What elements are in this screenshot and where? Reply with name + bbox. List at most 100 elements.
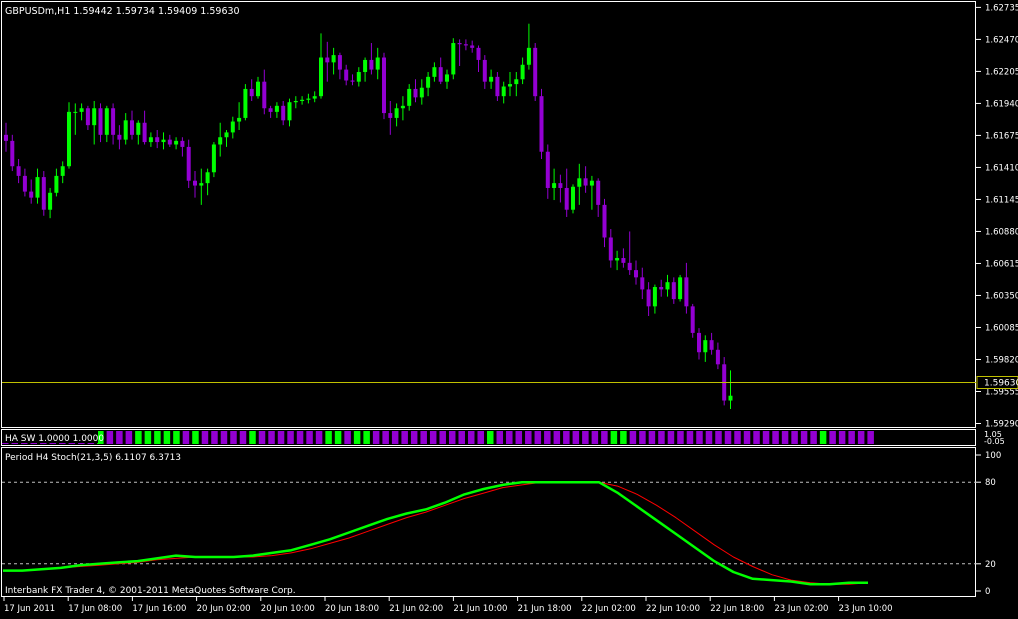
- ha-bar: [858, 431, 865, 444]
- time-tick-label: 21 Jun 18:00: [518, 604, 572, 614]
- candle-body: [281, 106, 285, 120]
- candle-body: [243, 89, 247, 118]
- ha-bar: [696, 431, 703, 444]
- candle-body: [609, 237, 613, 260]
- time-tick-label: 17 Jun 08:00: [68, 604, 122, 614]
- candle-body: [193, 181, 197, 186]
- candle-body: [659, 287, 663, 289]
- ha-bar: [839, 431, 846, 444]
- candle-body: [162, 140, 166, 142]
- candle-body: [105, 108, 109, 135]
- ha-bar: [192, 431, 199, 444]
- candle-body: [225, 132, 229, 137]
- candle-body: [628, 263, 632, 270]
- candle-body: [212, 144, 216, 172]
- current-price-label: 1.59630: [984, 379, 1018, 389]
- candle-body: [483, 60, 487, 82]
- ha-bar: [126, 431, 133, 444]
- candle-body: [231, 122, 235, 133]
- time-tick-label: 23 Jun 10:00: [839, 604, 893, 614]
- candle-body: [275, 106, 279, 112]
- candle-body: [42, 177, 46, 210]
- time-tick-label: 20 Jun 10:00: [261, 604, 315, 614]
- ha-bar: [202, 431, 209, 444]
- candle-body: [458, 43, 462, 44]
- candle-body: [470, 45, 474, 47]
- candle-body: [729, 396, 733, 401]
- candle-body: [388, 113, 392, 118]
- candle-body: [300, 100, 304, 101]
- ha-bar: [249, 431, 256, 444]
- candle-body: [130, 120, 134, 134]
- ha-bar: [335, 431, 342, 444]
- candle-body: [540, 96, 544, 152]
- candle-body: [716, 350, 720, 364]
- ha-bar: [449, 431, 456, 444]
- ha-bar: [344, 431, 351, 444]
- chart-title: GBPUSDm,H1 1.59442 1.59734 1.59409 1.596…: [5, 6, 240, 17]
- ha-bar: [401, 431, 408, 444]
- price-tick-label: 1.59290: [985, 420, 1018, 430]
- candle-body: [269, 108, 273, 112]
- candle-body: [464, 44, 468, 45]
- ha-bar: [611, 431, 618, 444]
- ha-bar: [639, 431, 646, 444]
- ha-bar: [630, 431, 637, 444]
- ha-bar: [677, 431, 684, 444]
- ha-bar: [382, 431, 389, 444]
- price-tick-label: 1.60085: [985, 323, 1018, 333]
- ha-bar: [278, 431, 285, 444]
- candle-body: [584, 178, 588, 185]
- candle-body: [558, 183, 562, 188]
- time-tick-label: 17 Jun 2011: [4, 604, 55, 614]
- candle-body: [508, 84, 512, 86]
- candle-body: [61, 166, 65, 176]
- ha-bar: [468, 431, 475, 444]
- candle-body: [407, 89, 411, 106]
- ha-bar: [582, 431, 589, 444]
- price-tick-label: 1.61675: [985, 131, 1018, 141]
- ha-bar: [392, 431, 399, 444]
- candle-body: [338, 55, 342, 69]
- candle-body: [376, 58, 380, 70]
- candle-body: [439, 67, 443, 81]
- candle-body: [495, 77, 499, 96]
- candle-body: [136, 123, 140, 135]
- ha-bar: [183, 431, 190, 444]
- ha-bar: [715, 431, 722, 444]
- ha-bar: [430, 431, 437, 444]
- ha-bar: [173, 431, 180, 444]
- price-tick-label: 1.62735: [985, 3, 1018, 13]
- ha-bar: [782, 431, 789, 444]
- ha-bar: [763, 431, 770, 444]
- ha-bar: [810, 431, 817, 444]
- candle-body: [697, 333, 701, 352]
- ha-bar: [259, 431, 266, 444]
- candle-body: [477, 48, 481, 60]
- ha-bar: [135, 431, 142, 444]
- candle-body: [36, 177, 40, 198]
- ha-bar: [316, 431, 323, 444]
- ha-bar: [658, 431, 665, 444]
- candle-body: [288, 102, 292, 120]
- ha-bar: [829, 431, 836, 444]
- ha-bar: [516, 431, 523, 444]
- ha-axis-bottom: -0.05: [984, 437, 1005, 446]
- stoch-tick-label: 0: [985, 587, 990, 597]
- price-tick-label: 1.62205: [985, 67, 1018, 77]
- candle-body: [414, 89, 418, 97]
- ha-bar: [458, 431, 465, 444]
- candle-body: [325, 58, 329, 63]
- ha-bar: [164, 431, 171, 444]
- candle-body: [256, 82, 260, 96]
- time-tick-label: 21 Jun 10:00: [453, 604, 507, 614]
- candle-body: [596, 181, 600, 205]
- ha-bar: [563, 431, 570, 444]
- candle-body: [621, 258, 625, 263]
- ha-bar: [354, 431, 361, 444]
- candle-body: [294, 101, 298, 102]
- candle-body: [420, 88, 424, 98]
- candle-body: [48, 193, 52, 210]
- trading-chart[interactable]: 1.627351.624701.622051.619401.616751.614…: [0, 0, 1018, 615]
- ha-bar: [544, 431, 551, 444]
